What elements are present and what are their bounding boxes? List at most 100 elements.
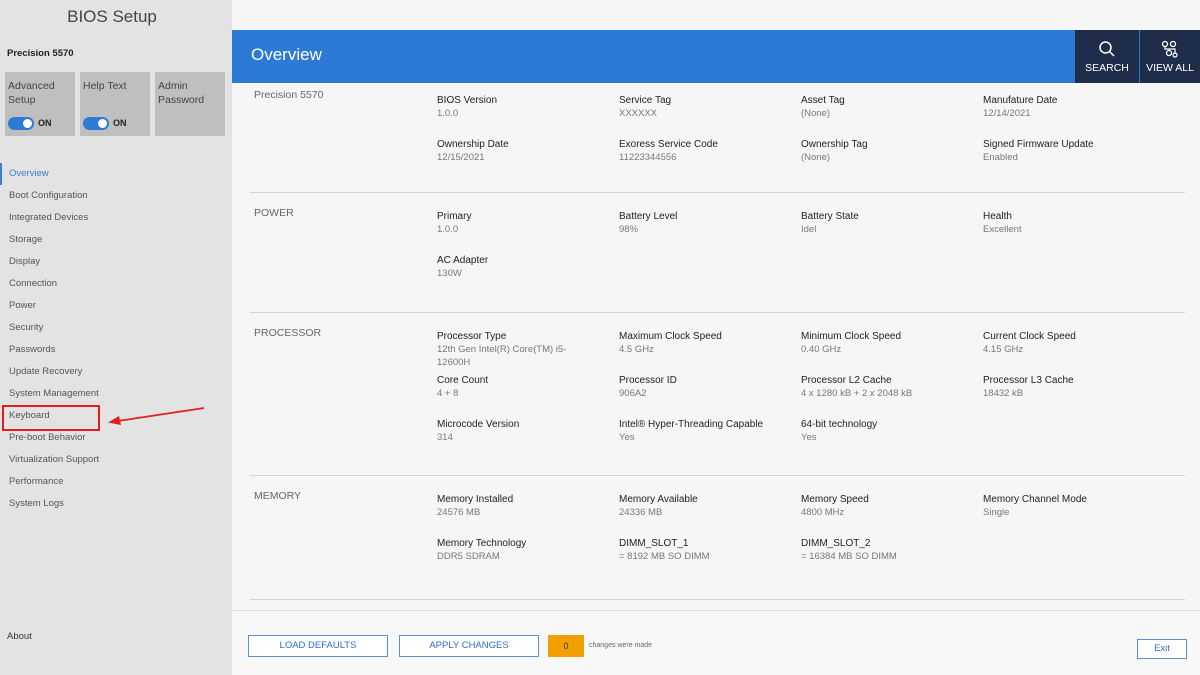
field-value: 1.0.0 [437, 224, 459, 235]
section-label: Precision 5570 [254, 89, 324, 101]
field-label: Memory Channel Mode [983, 494, 1087, 505]
field-label: Processor L3 Cache [983, 375, 1074, 386]
sidebar-item-update-recovery[interactable]: Update Recovery [0, 361, 230, 383]
field-value: 4 x 1280 kB + 2 x 2048 kB [801, 388, 913, 399]
info-field: Service Tag XXXXXX [619, 95, 794, 120]
info-field: Minimum Clock Speed 0.40 GHz [801, 331, 976, 356]
exit-button[interactable]: Exit [1137, 639, 1187, 659]
info-field: Primary 1.0.0 [437, 211, 612, 236]
sidebar-item-display[interactable]: Display [0, 251, 230, 273]
bios-setup-title: BIOS Setup [67, 7, 157, 26]
field-label: Processor L2 Cache [801, 375, 892, 386]
section-memory: MEMORY Memory Installed 24576 MB Memory Ava… [232, 476, 1200, 600]
main-panel: Overview SEARCH VIEW ALL Precision 5570 B… [232, 0, 1200, 675]
field-value: 98% [619, 224, 639, 235]
tile-advanced-setup[interactable]: Advanced Setup ON [5, 72, 75, 136]
sidebar-item-power[interactable]: Power [0, 295, 230, 317]
field-value: Single [983, 507, 1010, 518]
field-label: Battery State [801, 211, 859, 222]
info-field: DIMM_SLOT_2 = 16384 MB SO DIMM [801, 538, 976, 563]
field-value: 11223344556 [619, 152, 677, 163]
info-field: Memory Speed 4800 MHz [801, 494, 976, 519]
section-divider [250, 599, 1185, 600]
info-field: BIOS Version 1.0.0 [437, 95, 612, 120]
sidebar-item-security[interactable]: Security [0, 317, 230, 339]
sidebar-item-system-logs[interactable]: System Logs [0, 493, 230, 515]
info-field: Ownership Date 12/15/2021 [437, 139, 612, 164]
field-label: Memory Installed [437, 494, 514, 505]
info-field: Memory Technology DDR5 SDRAM [437, 538, 612, 563]
info-field: Current Clock Speed 4.15 GHz [983, 331, 1158, 356]
info-field: DIMM_SLOT_1 = 8192 MB SO DIMM [619, 538, 794, 563]
toggle-switch-icon[interactable] [83, 116, 109, 130]
apply-changes-button[interactable]: APPLY CHANGES [399, 635, 539, 657]
tile-help-text[interactable]: Help Text ON [80, 72, 150, 136]
field-value: Yes [619, 432, 635, 443]
sidebar-item-about[interactable]: About [7, 631, 32, 642]
advanced-setup-toggle[interactable]: ON [8, 116, 52, 130]
field-value: 18432 kB [983, 388, 1024, 399]
info-field: Battery Level 98% [619, 211, 794, 236]
sidebar: BIOS Setup Precision 5570 Advanced Setup… [0, 0, 232, 675]
sidebar-item-boot-configuration[interactable]: Boot Configuration [0, 185, 230, 207]
info-field: AC Adapter 130W [437, 255, 612, 280]
search-button[interactable]: SEARCH [1075, 30, 1139, 83]
section-processor: PROCESSOR Processor Type 12th Gen Intel(R)… [232, 313, 1200, 476]
field-value: 4 + 8 [437, 388, 459, 399]
annotation-arrow-icon [108, 407, 205, 425]
sidebar-item-storage[interactable]: Storage [0, 229, 230, 251]
field-value: 12/15/2021 [437, 152, 485, 163]
field-label: AC Adapter [437, 255, 489, 266]
field-value: 4.15 GHz [983, 344, 1024, 355]
tile-label: Advanced Setup [8, 80, 55, 106]
info-field: Battery State Idel [801, 211, 976, 236]
field-value: 906A2 [619, 388, 647, 399]
field-value: Excellent [983, 224, 1022, 235]
sidebar-item-performance[interactable]: Performance [0, 471, 230, 493]
info-field: Maximum Clock Speed 4.5 GHz [619, 331, 794, 356]
tile-label: Admin Password [158, 80, 205, 106]
field-label: Processor Type [437, 331, 507, 342]
page-header: Overview SEARCH VIEW ALL [232, 30, 1200, 83]
field-value: = 16384 MB SO DIMM [801, 551, 897, 562]
system-model: Precision 5570 [7, 48, 74, 59]
field-label: Microcode Version [437, 419, 520, 430]
field-value: 0.40 GHz [801, 344, 842, 355]
toggle-switch-icon[interactable] [8, 116, 34, 130]
sidebar-item-integrated-devices[interactable]: Integrated Devices [0, 207, 230, 229]
field-value: 24336 MB [619, 507, 663, 518]
info-field: Ownership Tag (None) [801, 139, 976, 164]
sidebar-item-connection[interactable]: Connection [0, 273, 230, 295]
field-label: Health [983, 211, 1012, 222]
view-all-button[interactable]: VIEW ALL [1140, 30, 1200, 83]
help-text-toggle[interactable]: ON [83, 116, 127, 130]
field-label: Memory Speed [801, 494, 869, 505]
sidebar-item-passwords[interactable]: Passwords [0, 339, 230, 361]
info-field: Health Excellent [983, 211, 1158, 236]
sidebar-item-overview[interactable]: Overview [0, 163, 230, 185]
field-label: Asset Tag [801, 95, 845, 106]
tile-admin-password[interactable]: Admin Password [155, 72, 225, 136]
search-label: SEARCH [1085, 62, 1129, 74]
info-field: Asset Tag (None) [801, 95, 976, 120]
sidebar-item-system-management[interactable]: System Management [0, 383, 230, 405]
field-label: Service Tag [619, 95, 672, 106]
field-value: Idel [801, 224, 817, 235]
footer-bar: LOAD DEFAULTS APPLY CHANGES 0 changes we… [232, 610, 1200, 675]
sidebar-item-virtualization-support[interactable]: Virtualization Support [0, 449, 230, 471]
load-defaults-button[interactable]: LOAD DEFAULTS [248, 635, 388, 657]
field-value: 12/14/2021 [983, 108, 1031, 119]
info-field: Manufature Date 12/14/2021 [983, 95, 1158, 120]
changes-count-badge: 0 [548, 635, 584, 657]
field-label: Ownership Date [437, 139, 509, 150]
field-label: Memory Technology [437, 538, 527, 549]
search-icon [1099, 41, 1115, 57]
info-field: Processor L2 Cache 4 x 1280 kB + 2 x 2048… [801, 375, 976, 400]
field-label: Current Clock Speed [983, 331, 1076, 342]
field-label: Manufature Date [983, 95, 1058, 106]
view-all-icon [1161, 40, 1178, 58]
info-field: Intel® Hyper-Threading Capable Yes [619, 419, 794, 444]
field-label: 64-bit technology [801, 419, 878, 430]
field-label: Battery Level [619, 211, 678, 222]
field-value: (None) [801, 152, 831, 163]
